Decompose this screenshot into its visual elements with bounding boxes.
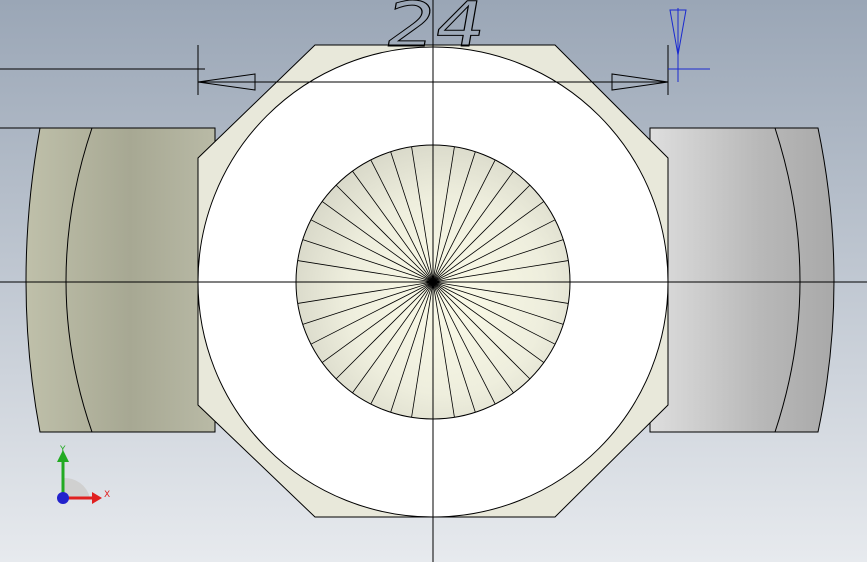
cad-viewport[interactable]: 24 X Y xyxy=(0,0,867,562)
triad-x-label: X xyxy=(104,490,110,500)
triad-y-label: Y xyxy=(59,445,66,455)
triad-z-axis xyxy=(57,492,69,504)
right-boss xyxy=(649,127,835,433)
part-drawing[interactable]: 24 X Y xyxy=(0,0,867,562)
dimension-value[interactable]: 24 xyxy=(380,0,493,61)
left-boss xyxy=(25,127,216,433)
